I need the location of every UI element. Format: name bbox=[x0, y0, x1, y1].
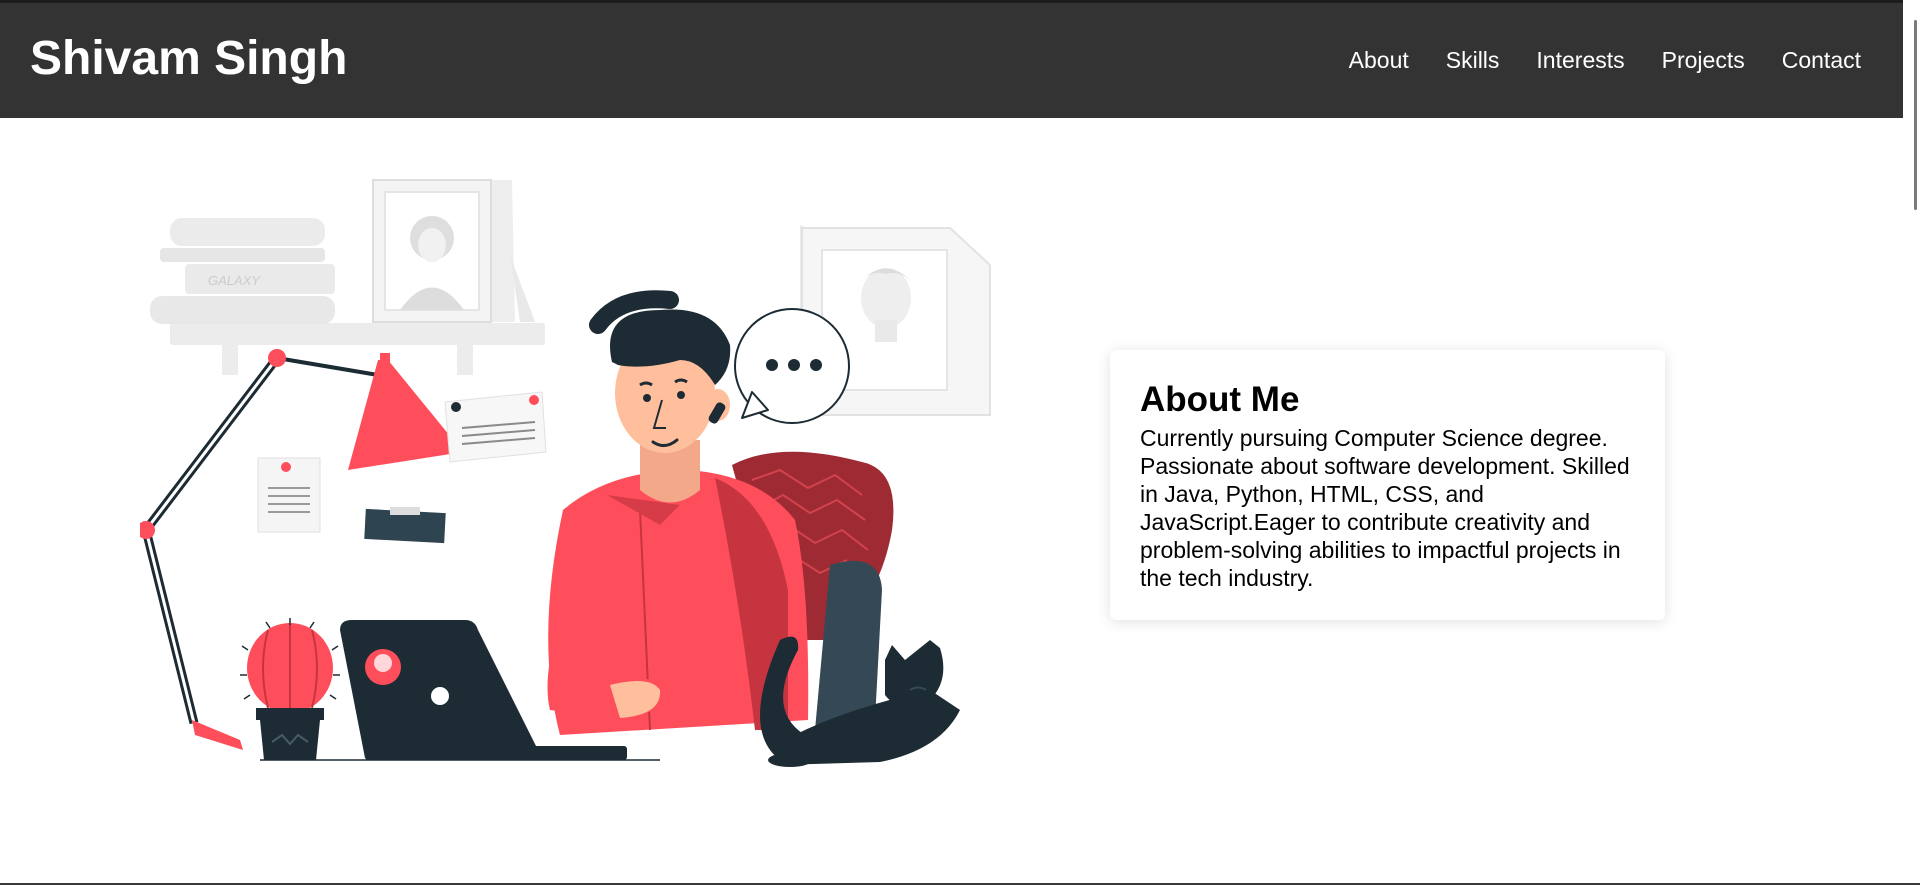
nav-link-about[interactable]: About bbox=[1349, 45, 1409, 75]
about-me-text: Currently pursuing Computer Science degr… bbox=[1140, 425, 1630, 591]
book-stack: GALAXY bbox=[150, 218, 335, 324]
scrollbar-thumb[interactable] bbox=[1914, 20, 1917, 210]
about-me-card: About Me Currently pursuing Computer Sci… bbox=[1110, 350, 1665, 620]
about-me-title: About Me bbox=[1140, 380, 1300, 419]
background-shelf bbox=[170, 323, 545, 375]
site-header: Shivam Singh About Skills Interests Proj… bbox=[0, 3, 1920, 118]
nav-link-interests[interactable]: Interests bbox=[1536, 45, 1624, 75]
main-nav: About Skills Interests Projects Contact bbox=[1349, 45, 1861, 75]
picture-frame-left bbox=[372, 179, 535, 323]
nav-link-projects[interactable]: Projects bbox=[1662, 45, 1745, 75]
site-title: Shivam Singh bbox=[30, 32, 348, 85]
cactus-plant bbox=[240, 618, 340, 760]
scrollbar[interactable] bbox=[1903, 0, 1920, 885]
book-spine-text: GALAXY bbox=[208, 273, 261, 288]
hero-illustration: GALAXY bbox=[140, 179, 991, 767]
nav-link-contact[interactable]: Contact bbox=[1782, 45, 1861, 75]
nav-link-skills[interactable]: Skills bbox=[1446, 45, 1500, 75]
